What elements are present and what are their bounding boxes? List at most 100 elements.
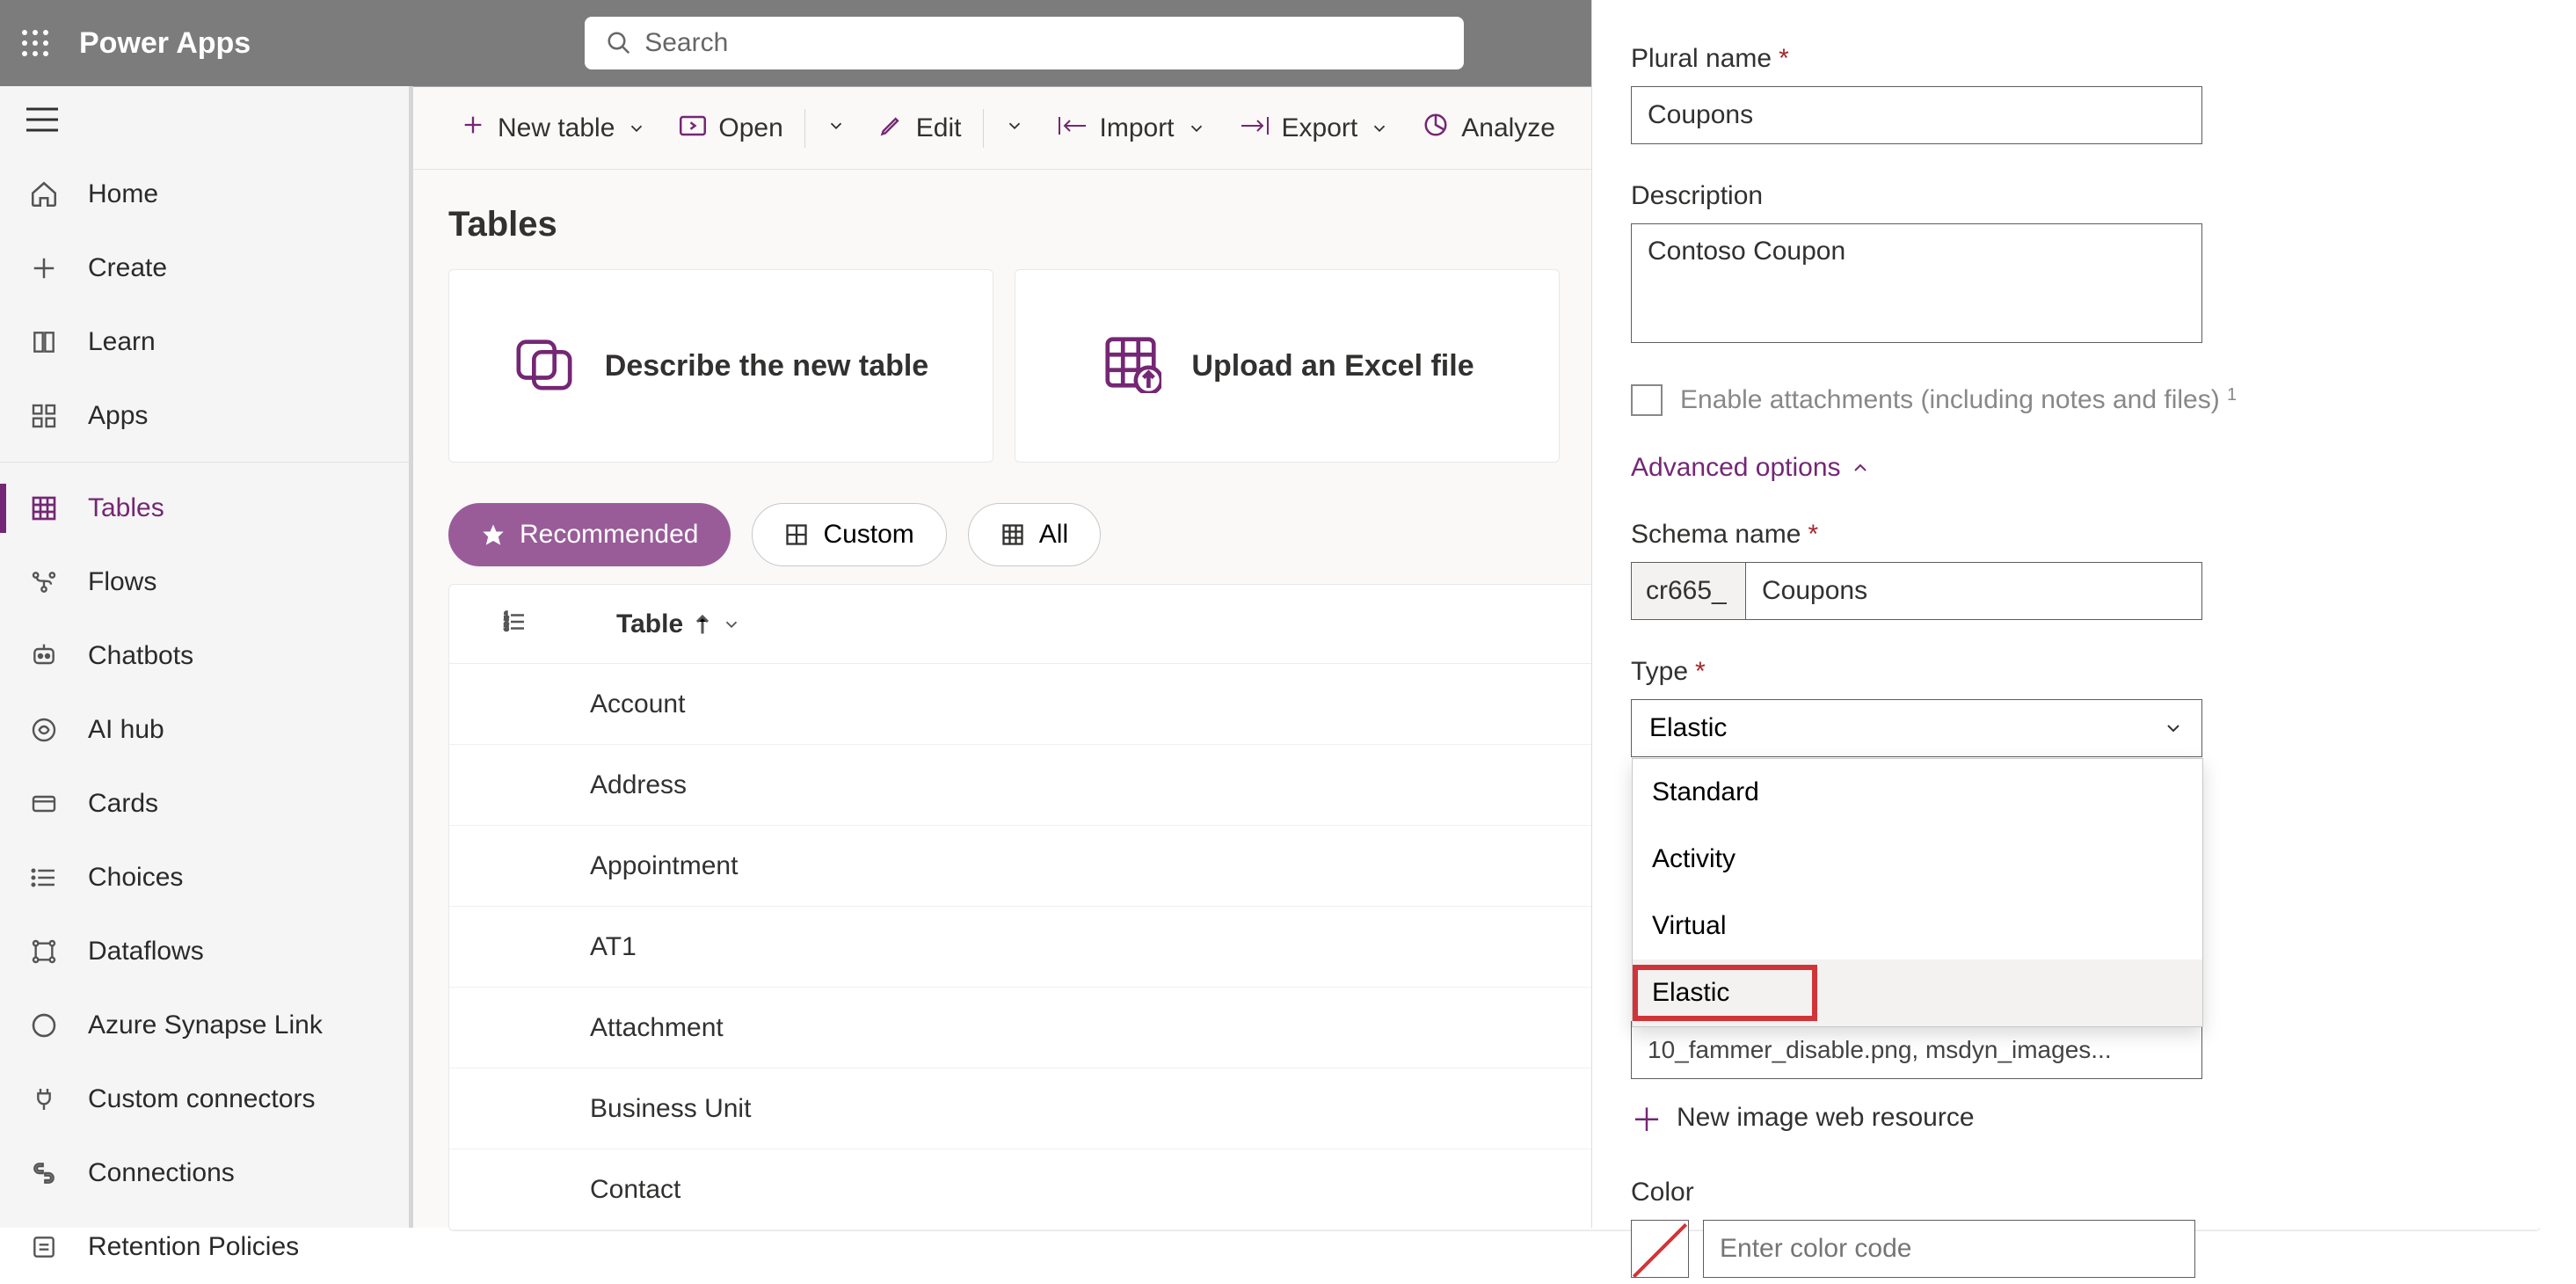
chatbot-icon [26, 638, 62, 674]
row-number-icon[interactable]: 123 [502, 609, 564, 639]
open-button[interactable]: Open [667, 102, 795, 155]
nav-label: Azure Synapse Link [88, 1010, 323, 1040]
type-option-activity[interactable]: Activity [1633, 826, 2202, 893]
card-label: Upload an Excel file [1191, 349, 1474, 383]
card-label: Describe the new table [605, 349, 928, 383]
description-label: Description [1631, 181, 1763, 211]
apps-icon [26, 398, 62, 434]
cmd-label: Edit [916, 113, 962, 143]
schema-name-input[interactable] [1745, 562, 2202, 620]
export-button[interactable]: Export [1227, 102, 1402, 155]
nav-label: Home [88, 179, 158, 209]
enable-attachments-checkbox[interactable] [1631, 384, 1663, 416]
nav-learn[interactable]: Learn [0, 305, 409, 379]
nav-apps[interactable]: Apps [0, 379, 409, 453]
edit-split-button[interactable] [993, 116, 1037, 140]
star-icon [481, 522, 506, 547]
nav-label: Create [88, 253, 167, 283]
color-label: Color [1631, 1178, 1694, 1207]
plus-icon [461, 113, 485, 144]
nav-connections[interactable]: Connections [0, 1136, 409, 1210]
hamburger-button[interactable] [0, 86, 409, 157]
row-name: Business Unit [502, 1094, 1117, 1124]
row-name: Address [502, 770, 1117, 800]
required-indicator: * [1779, 44, 1789, 74]
plural-name-input[interactable] [1631, 86, 2202, 144]
new-image-resource-button[interactable]: ＋ New image web resource [1631, 1095, 2576, 1141]
cmd-label: Import [1100, 113, 1175, 143]
filter-recommended[interactable]: Recommended [448, 503, 731, 566]
nav-cards[interactable]: Cards [0, 767, 409, 841]
analyze-icon [1423, 112, 1449, 145]
nav-dataflows[interactable]: Dataflows [0, 915, 409, 989]
nav-chatbots[interactable]: Chatbots [0, 619, 409, 693]
pill-label: Recommended [520, 520, 698, 550]
advanced-options-toggle[interactable]: Advanced options [1631, 453, 2576, 483]
type-option-standard[interactable]: Standard [1633, 759, 2202, 826]
nav-label: Retention Policies [88, 1232, 299, 1262]
nav-label: Apps [88, 401, 148, 431]
required-indicator: * [1695, 657, 1706, 687]
nav-label: AI hub [88, 715, 164, 745]
nav-label: Cards [88, 789, 158, 819]
color-swatch[interactable] [1631, 1220, 1689, 1278]
card-upload-excel[interactable]: Upload an Excel file [1015, 269, 1560, 463]
pill-label: All [1039, 520, 1068, 550]
image-resource-display: 10_fammer_disable.png, msdyn_images... [1631, 1021, 2202, 1079]
open-icon [680, 113, 706, 143]
nav-retention[interactable]: Retention Policies [0, 1210, 409, 1284]
filter-custom[interactable]: Custom [752, 503, 946, 566]
pencil-icon [879, 113, 904, 144]
ai-icon [26, 712, 62, 748]
col-label: Table [616, 609, 683, 639]
row-name: Account [502, 689, 1117, 719]
schema-prefix: cr665_ [1631, 562, 1745, 620]
chevron-down-icon [2163, 718, 2184, 739]
waffle-icon[interactable] [18, 26, 53, 61]
new-table-button[interactable]: New table [448, 102, 659, 155]
col-table-header[interactable]: Table [616, 609, 1232, 639]
upload-icon [1100, 332, 1161, 401]
edit-button[interactable]: Edit [867, 102, 974, 155]
nav-create[interactable]: Create [0, 231, 409, 305]
export-icon [1240, 113, 1270, 143]
type-option-virtual[interactable]: Virtual [1633, 893, 2202, 959]
brand-label: Power Apps [79, 26, 251, 61]
color-input[interactable] [1703, 1220, 2195, 1278]
retention-icon [26, 1229, 62, 1265]
import-button[interactable]: Import [1045, 102, 1219, 155]
advanced-options-label: Advanced options [1631, 453, 1841, 483]
search-input[interactable]: Search [585, 17, 1464, 69]
row-name: AT1 [502, 932, 1117, 962]
nav-home[interactable]: Home [0, 157, 409, 231]
nav-choices[interactable]: Choices [0, 841, 409, 915]
cmd-label: Analyze [1461, 113, 1555, 143]
cmd-label: New table [498, 113, 615, 143]
book-icon [26, 325, 62, 360]
nav-label: Flows [88, 567, 156, 597]
nav-ai-hub[interactable]: AI hub [0, 693, 409, 767]
left-nav: Home Create Learn Apps Tables Flows Chat… [0, 86, 413, 1228]
enable-attachments-label: Enable attachments (including notes and … [1680, 385, 2237, 415]
type-select[interactable]: Elastic Standard Activity Virtual Elasti… [1631, 699, 2202, 757]
synapse-icon [26, 1008, 62, 1043]
nav-custom-connectors[interactable]: Custom connectors [0, 1062, 409, 1136]
card-describe-table[interactable]: Describe the new table [448, 269, 993, 463]
nav-tables[interactable]: Tables [0, 471, 409, 545]
filter-all[interactable]: All [968, 503, 1101, 566]
row-name: Attachment [502, 1013, 1117, 1043]
sort-asc-icon [694, 614, 711, 635]
nav-azure-synapse[interactable]: Azure Synapse Link [0, 989, 409, 1062]
nav-label: Tables [88, 493, 164, 523]
cmd-label: Open [718, 113, 782, 143]
description-input[interactable] [1631, 223, 2202, 343]
open-split-button[interactable] [814, 116, 858, 140]
nav-label: Learn [88, 327, 156, 357]
svg-text:3: 3 [505, 624, 509, 632]
chevron-down-icon [1187, 119, 1206, 138]
analyze-button[interactable]: Analyze [1410, 102, 1568, 155]
type-option-elastic[interactable]: Elastic [1633, 959, 2202, 1026]
table-icon [26, 491, 62, 526]
home-icon [26, 177, 62, 212]
nav-flows[interactable]: Flows [0, 545, 409, 619]
